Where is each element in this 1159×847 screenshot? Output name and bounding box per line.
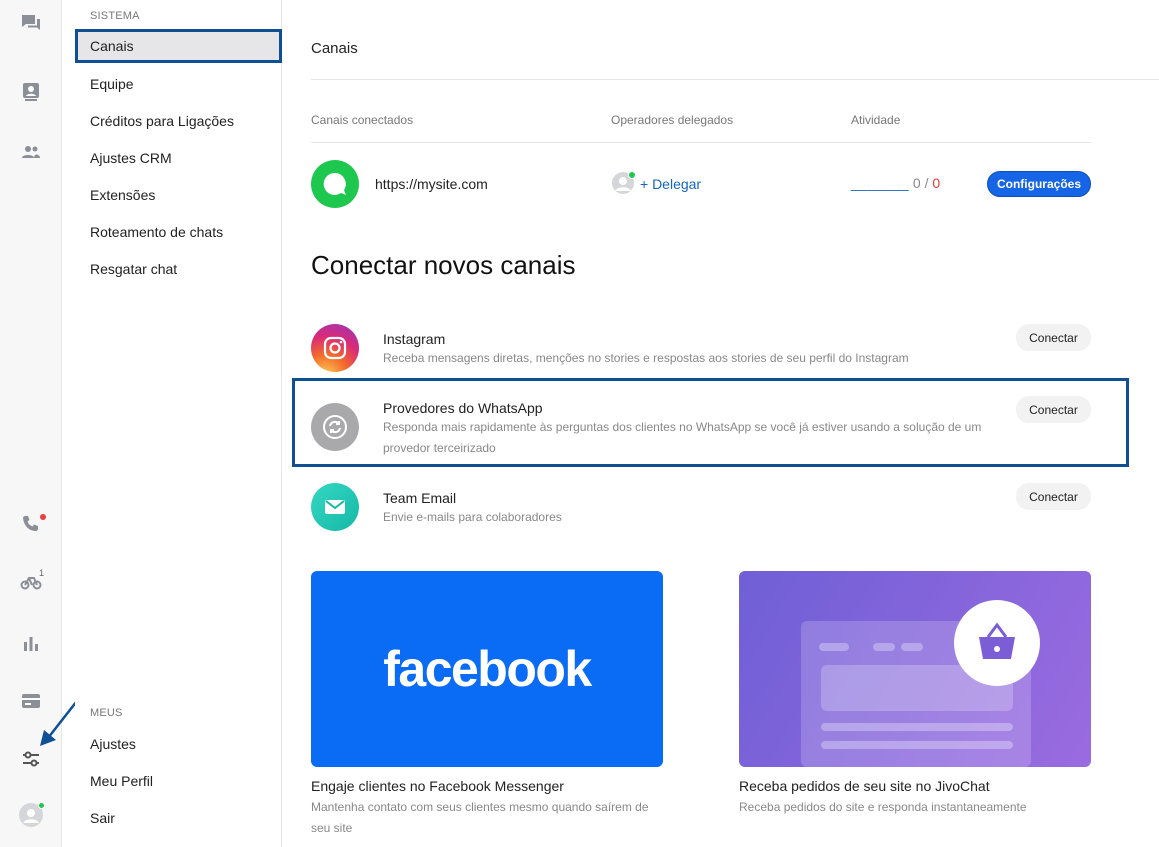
column-header-connected: Canais conectados	[311, 113, 414, 127]
sidebar-item-label: Equipe	[90, 76, 134, 92]
contacts-card-icon[interactable]	[18, 79, 44, 105]
shop-illustration	[801, 600, 1040, 767]
bike-badge: 1	[39, 568, 45, 578]
jivochat-card-desc: Receba pedidos do site e responda instan…	[739, 800, 1027, 814]
connect-button-instagram[interactable]: Conectar	[1016, 324, 1091, 351]
facebook-logo: facebook	[383, 641, 592, 697]
page-title: Canais	[311, 40, 358, 57]
sidebar-item-canais[interactable]: Canais	[75, 29, 282, 63]
operator-online-dot	[628, 171, 636, 179]
sidebar-item-label: Resgatar chat	[90, 261, 178, 277]
sidebar-item-resgatar[interactable]: Resgatar chat	[75, 252, 282, 286]
bike-icon[interactable]: 1	[18, 568, 44, 594]
website-chat-icon	[311, 160, 359, 208]
activity-count-a: 0	[912, 175, 921, 191]
new-channels-heading: Conectar novos canais	[311, 250, 576, 280]
column-header-activity: Atividade	[851, 113, 901, 127]
activity-separator: /	[920, 175, 933, 191]
sidebar-item-sair[interactable]: Sair	[75, 801, 282, 835]
sidebar-item-roteamento[interactable]: Roteamento de chats	[75, 215, 282, 249]
sidebar-item-label: Canais	[90, 38, 134, 54]
sidebar-item-label: Ajustes CRM	[90, 150, 172, 166]
sidebar-item-equipe[interactable]: Equipe	[75, 67, 282, 101]
table-divider	[311, 142, 1091, 143]
whatsapp-provider-icon	[311, 403, 359, 451]
channel-desc-whatsapp: Responda mais rapidamente às perguntas d…	[383, 420, 982, 455]
app-root: 1 SISTEMA Canais Equipe Créditos para Li…	[0, 0, 1159, 847]
section-label-mine: MEUS	[90, 707, 123, 719]
activity-dashes: _______	[851, 175, 910, 191]
settings-sidebar: SISTEMA Canais Equipe Créditos para Liga…	[75, 0, 282, 847]
activity-value: _______ 0 / 0	[851, 175, 940, 191]
instagram-icon	[311, 324, 359, 372]
channel-name-whatsapp: Provedores do WhatsApp	[383, 400, 543, 416]
settings-button[interactable]: Configurações	[987, 171, 1091, 197]
section-label-system: SISTEMA	[90, 10, 140, 22]
sidebar-item-label: Extensões	[90, 187, 156, 203]
sidebar-item-label: Meu Perfil	[90, 773, 154, 789]
sidebar-item-label: Créditos para Ligações	[90, 113, 234, 129]
sidebar-item-ajustes-crm[interactable]: Ajustes CRM	[75, 141, 282, 175]
stats-icon[interactable]	[18, 630, 44, 656]
channel-name-team-email: Team Email	[383, 490, 457, 506]
connect-button-team-email[interactable]: Conectar	[1016, 483, 1091, 510]
sidebar-item-ajustes[interactable]: Ajustes	[75, 727, 282, 761]
header-divider	[311, 79, 1159, 80]
operator-avatar	[612, 171, 636, 194]
sidebar-item-creditos[interactable]: Créditos para Ligações	[75, 104, 282, 138]
sidebar-item-label: Sair	[90, 810, 115, 826]
email-icon	[311, 483, 359, 531]
channel-desc-instagram: Receba mensagens diretas, menções no sto…	[383, 351, 909, 365]
phone-icon[interactable]	[18, 511, 46, 537]
facebook-card[interactable]: facebook	[311, 571, 663, 767]
sidebar-item-label: Roteamento de chats	[90, 224, 224, 240]
facebook-card-desc: Mantenha contato com seus clientes mesmo…	[311, 800, 649, 835]
channel-name-instagram: Instagram	[383, 331, 446, 347]
sidebar-item-label: Ajustes	[90, 736, 136, 752]
sidebar-item-extensoes[interactable]: Extensões	[75, 178, 282, 212]
chat-bubbles-icon[interactable]	[18, 10, 44, 36]
sidebar-item-meu-perfil[interactable]: Meu Perfil	[75, 764, 282, 798]
delegate-link[interactable]: + Delegar	[640, 176, 701, 192]
jivochat-card[interactable]	[739, 571, 1091, 767]
column-header-operators: Operadores delegados	[611, 113, 734, 127]
notification-dot	[40, 514, 46, 520]
main-content: Canais Canais conectados Operadores dele…	[282, 0, 1159, 847]
channel-desc-team-email: Envie e-mails para colaboradores	[383, 510, 562, 524]
activity-count-b: 0	[932, 175, 941, 191]
jivochat-card-title[interactable]: Receba pedidos de seu site no JivoChat	[739, 778, 990, 794]
team-icon[interactable]	[18, 139, 44, 165]
connect-button-whatsapp[interactable]: Conectar	[1016, 396, 1091, 423]
facebook-card-title[interactable]: Engaje clientes no Facebook Messenger	[311, 778, 564, 794]
online-status-dot	[38, 802, 45, 809]
user-avatar-icon[interactable]	[18, 802, 45, 828]
channel-url[interactable]: https://mysite.com	[375, 176, 488, 192]
